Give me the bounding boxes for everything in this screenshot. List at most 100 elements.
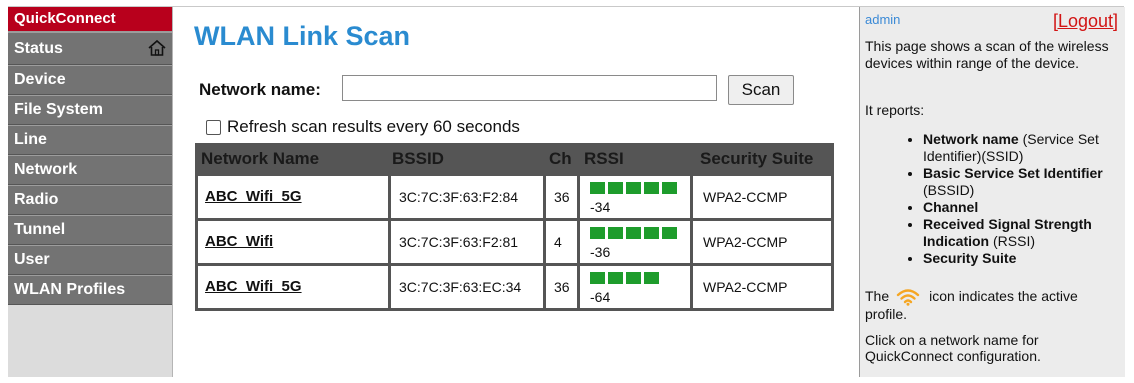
scan-button[interactable]: Scan [728, 75, 794, 105]
sidebar-item-label: Status [14, 40, 63, 57]
help-icon-note: The icon indicates the active profile. [865, 288, 1115, 322]
ch-value: 36 [554, 279, 570, 295]
rssi-value: -36 [590, 244, 611, 260]
help-report-list: Network name (Service Set Identifier)(SS… [885, 131, 1117, 267]
bssid-value: 3C:7C:3F:63:F2:84 [399, 189, 519, 205]
sidebar-item-radio[interactable]: Radio [8, 185, 172, 215]
home-icon[interactable] [147, 39, 167, 57]
network-name-input[interactable] [342, 75, 717, 101]
table-cell-bssid: 3C:7C:3F:63:EC:34 [391, 266, 543, 308]
main-content: WLAN Link Scan Network name: Scan Refres… [173, 7, 859, 377]
ssid-link[interactable]: ABC_Wifi_5G [205, 188, 302, 205]
wifi-icon [896, 289, 920, 307]
header-network-name: Network Name [201, 149, 320, 168]
signal-bar [626, 227, 641, 239]
header-rssi: RSSI [584, 149, 624, 168]
help-icon-note-start: The [865, 288, 890, 304]
table-cell-security: WPA2-CCMP [693, 266, 831, 308]
list-item: Basic Service Set Identifier (BSSID) [923, 165, 1117, 199]
signal-bars [590, 182, 680, 194]
network-name-label: Network name: [199, 80, 321, 99]
sidebar-item-file-system[interactable]: File System [8, 95, 172, 125]
table-cell-bssid: 3C:7C:3F:63:F2:84 [391, 176, 543, 218]
nav-brand[interactable]: QuickConnect [8, 7, 172, 32]
help-intro: This page shows a scan of the wireless d… [865, 38, 1109, 71]
rssi-value: -34 [590, 199, 611, 215]
sidebar-item-user[interactable]: User [8, 245, 172, 275]
signal-bar [644, 272, 659, 284]
signal-bar [608, 182, 623, 194]
sidebar-item-label: Network [14, 161, 78, 178]
ch-value: 4 [554, 234, 562, 250]
logout-link[interactable]: [Logout] [1053, 11, 1118, 32]
list-item: Network name (Service Set Identifier)(SS… [923, 131, 1117, 165]
sidebar-item-device[interactable]: Device [8, 65, 172, 95]
signal-bar [626, 272, 641, 284]
signal-bar [662, 182, 677, 194]
sidebar-item-label: Radio [14, 191, 59, 208]
list-item: Channel [923, 199, 1117, 216]
help-term: Security Suite [923, 250, 1017, 266]
sidebar-item-tunnel[interactable]: Tunnel [8, 215, 172, 245]
ssid-link[interactable]: ABC_Wifi_5G [205, 278, 302, 295]
signal-bar [590, 227, 605, 239]
header-ch: Ch [549, 149, 572, 168]
sidebar-item-status[interactable]: Status [8, 32, 172, 65]
table-row-cell-ssid[interactable]: ABC_Wifi [198, 221, 388, 263]
signal-bar [608, 227, 623, 239]
table-cell-ch: 36 [546, 176, 577, 218]
sidebar-item-label: Tunnel [14, 221, 66, 238]
signal-bar [590, 182, 605, 194]
ssid-link[interactable]: ABC_Wifi [205, 233, 273, 250]
help-desc: (BSSID) [923, 182, 975, 198]
signal-bar [626, 182, 641, 194]
signal-bar [608, 272, 623, 284]
signal-bar [590, 272, 605, 284]
sidebar-nav: QuickConnect Status Device File System L… [8, 7, 173, 377]
help-click-note: Click on a network name for QuickConnect… [865, 332, 1041, 364]
signal-bar [644, 227, 659, 239]
sidebar-item-label: User [14, 251, 50, 268]
sidebar-item-network[interactable]: Network [8, 155, 172, 185]
list-item: Received Signal Strength Indication (RSS… [923, 216, 1117, 250]
help-term: Channel [923, 199, 979, 215]
security-value: WPA2-CCMP [703, 279, 788, 295]
help-reports-label: It reports: [865, 102, 925, 118]
sidebar-item-line[interactable]: Line [8, 125, 172, 155]
refresh-option[interactable]: Refresh scan results every 60 seconds [206, 117, 520, 137]
help-desc: (RSSI) [989, 233, 1036, 249]
sidebar-item-label: Device [14, 71, 66, 88]
signal-bars [590, 272, 662, 284]
ch-value: 36 [554, 189, 570, 205]
list-item: Security Suite [923, 250, 1117, 267]
table-row-cell-ssid[interactable]: ABC_Wifi_5G [198, 176, 388, 218]
refresh-checkbox[interactable] [206, 119, 221, 135]
help-panel: admin [Logout] This page shows a scan of… [859, 7, 1125, 377]
table-cell-ch: 36 [546, 266, 577, 308]
table-cell-security: WPA2-CCMP [693, 176, 831, 218]
rssi-value: -64 [590, 289, 611, 305]
table-cell-security: WPA2-CCMP [693, 221, 831, 263]
header-security-suite: Security Suite [700, 149, 814, 168]
app-frame: QuickConnect Status Device File System L… [8, 6, 1125, 377]
table-cell-rssi: -64 [580, 266, 690, 308]
sidebar-item-label: File System [14, 101, 103, 118]
help-term: Basic Service Set Identifier [923, 165, 1103, 181]
sidebar-item-label: Line [14, 131, 47, 148]
table-cell-ch: 4 [546, 221, 577, 263]
user-name: admin [865, 12, 901, 27]
security-value: WPA2-CCMP [703, 189, 788, 205]
signal-bars [590, 227, 680, 239]
page-title: WLAN Link Scan [194, 21, 411, 51]
table-cell-rssi: -36 [580, 221, 690, 263]
header-bssid: BSSID [392, 149, 444, 168]
help-term: Network name [923, 131, 1019, 147]
sidebar-item-label: WLAN Profiles [14, 281, 126, 298]
sidebar-item-wlan-profiles[interactable]: WLAN Profiles [8, 275, 172, 305]
table-cell-rssi: -34 [580, 176, 690, 218]
bssid-value: 3C:7C:3F:63:F2:81 [399, 234, 519, 250]
table-cell-bssid: 3C:7C:3F:63:F2:81 [391, 221, 543, 263]
refresh-label: Refresh scan results every 60 seconds [227, 117, 520, 136]
bssid-value: 3C:7C:3F:63:EC:34 [399, 279, 522, 295]
table-row-cell-ssid[interactable]: ABC_Wifi_5G [198, 266, 388, 308]
